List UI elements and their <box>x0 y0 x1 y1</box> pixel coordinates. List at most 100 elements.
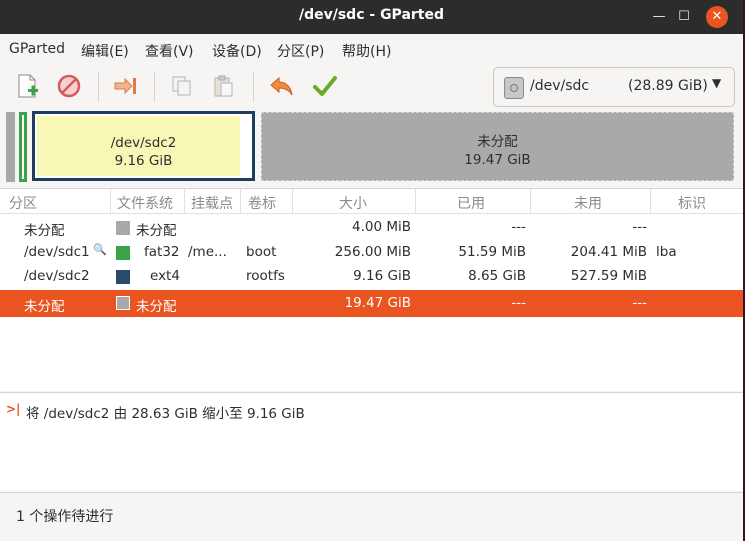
new-icon <box>18 74 38 98</box>
device-size: (28.89 GiB) <box>628 78 708 94</box>
cell-partition: 未分配 <box>24 223 65 239</box>
table-header: 分区 文件系统 挂载点 卷标 大小 已用 未用 标识 <box>0 189 743 214</box>
cell-unused: 527.59 MiB <box>570 268 647 284</box>
resize-move-icon <box>114 77 136 95</box>
cell-filesystem: 未分配 <box>136 299 177 315</box>
cell-used: 8.65 GiB <box>468 268 526 284</box>
cell-filesystem: ext4 <box>150 268 180 284</box>
device-name: /dev/sdc <box>530 78 590 94</box>
delete-partition-button[interactable] <box>55 72 83 100</box>
filesystem-color-swatch <box>116 270 130 284</box>
filesystem-color-swatch <box>116 296 130 310</box>
table-row-selected[interactable]: 未分配 未分配 19.47 GiB --- --- <box>0 290 743 317</box>
column-divider <box>292 189 293 213</box>
cell-size: 9.16 GiB <box>353 268 411 284</box>
diskmap-partition-sdc2[interactable]: /dev/sdc2 9.16 GiB <box>32 111 255 181</box>
table-row[interactable]: /dev/sdc2 ext4 rootfs 9.16 GiB 8.65 GiB … <box>0 265 743 289</box>
toolbar: /dev/sdc (28.89 GiB) ▼ <box>0 64 743 108</box>
cell-mountpoint: /me... <box>188 244 227 260</box>
column-divider <box>530 189 531 213</box>
hard-disk-icon <box>504 77 524 99</box>
toolbar-separator <box>98 72 99 102</box>
cell-filesystem: fat32 <box>144 244 180 260</box>
pending-operations-list: >| 将 /dev/sdc2 由 28.63 GiB 缩小至 9.16 GiB <box>0 392 743 491</box>
menu-bar: GParted 编辑(E) 查看(V) 设备(D) 分区(P) 帮助(H) <box>0 34 743 64</box>
gparted-window: /dev/sdc - GParted — ☐ ✕ GParted 编辑(E) 查… <box>0 0 743 541</box>
delete-icon <box>57 74 81 98</box>
window-title: /dev/sdc - GParted <box>298 7 445 23</box>
chevron-down-icon: ▼ <box>712 76 722 90</box>
filesystem-color-swatch <box>116 221 130 235</box>
diskmap-unallocated-label: 未分配 19.47 GiB <box>262 133 733 169</box>
column-filesystem[interactable]: 文件系统 <box>117 193 173 213</box>
menu-device[interactable]: 设备(D) <box>212 41 262 61</box>
filesystem-color-swatch <box>116 246 130 260</box>
menu-partition[interactable]: 分区(P) <box>277 41 324 61</box>
resize-move-icon: >| <box>6 402 21 416</box>
column-unused[interactable]: 未用 <box>574 193 602 213</box>
diskmap-sdc2-label: /dev/sdc2 9.16 GiB <box>35 134 252 170</box>
diskmap-sdc2-size: 9.16 GiB <box>114 153 173 169</box>
toolbar-separator <box>154 72 155 102</box>
column-divider <box>415 189 416 213</box>
apply-icon <box>313 76 337 96</box>
cell-size: 256.00 MiB <box>334 244 411 260</box>
diskmap-unallocated-size: 19.47 GiB <box>464 152 531 168</box>
table-row[interactable]: 未分配 未分配 4.00 MiB --- --- <box>0 216 743 240</box>
device-selector[interactable]: /dev/sdc (28.89 GiB) ▼ <box>493 67 735 107</box>
partition-table: 分区 文件系统 挂载点 卷标 大小 已用 未用 标识 未分配 未分配 4.00 … <box>0 188 743 391</box>
diskmap-unallocated-name: 未分配 <box>477 134 518 150</box>
close-button[interactable]: ✕ <box>706 6 728 28</box>
column-used[interactable]: 已用 <box>457 193 485 213</box>
diskmap-unallocated-small[interactable] <box>6 112 15 182</box>
column-divider <box>650 189 651 213</box>
resize-move-button[interactable] <box>112 72 140 100</box>
undo-icon <box>270 76 293 96</box>
disk-map: /dev/sdc2 9.16 GiB 未分配 19.47 GiB <box>0 108 743 188</box>
column-divider <box>184 189 185 213</box>
cell-unused: --- <box>632 219 647 235</box>
status-bar: 1 个操作待进行 <box>0 492 743 541</box>
cell-used: --- <box>511 295 526 311</box>
cell-size: 19.47 GiB <box>344 295 411 311</box>
apply-button[interactable] <box>311 72 339 100</box>
cell-partition: /dev/sdc1 <box>24 244 90 260</box>
title-bar[interactable]: /dev/sdc - GParted — ☐ ✕ <box>0 0 743 34</box>
column-size[interactable]: 大小 <box>339 193 367 213</box>
menu-help[interactable]: 帮助(H) <box>342 41 391 61</box>
toolbar-separator <box>253 72 254 102</box>
table-row[interactable]: /dev/sdc1 🔍 fat32 /me... boot 256.00 MiB… <box>0 241 743 265</box>
diskmap-partition-sdc1[interactable] <box>19 112 27 182</box>
operation-item[interactable]: 将 /dev/sdc2 由 28.63 GiB 缩小至 9.16 GiB <box>26 402 305 422</box>
cell-unused: --- <box>632 295 647 311</box>
column-divider <box>110 189 111 213</box>
menu-edit[interactable]: 编辑(E) <box>81 41 129 61</box>
paste-icon <box>214 75 233 97</box>
paste-button[interactable] <box>210 72 238 100</box>
column-label[interactable]: 卷标 <box>248 193 276 213</box>
column-mountpoint[interactable]: 挂载点 <box>191 193 233 213</box>
column-flags[interactable]: 标识 <box>678 193 706 213</box>
cell-unused: 204.41 MiB <box>570 244 647 260</box>
diskmap-sdc2-name: /dev/sdc2 <box>110 135 177 151</box>
menu-gparted[interactable]: GParted <box>9 41 65 57</box>
diskmap-unallocated[interactable]: 未分配 19.47 GiB <box>261 112 734 181</box>
cell-label: boot <box>246 244 277 260</box>
undo-button[interactable] <box>268 72 296 100</box>
column-divider <box>240 189 241 213</box>
cell-filesystem: 未分配 <box>136 223 177 239</box>
cell-flags: lba <box>656 244 677 260</box>
minimize-button[interactable]: — <box>648 6 670 28</box>
copy-button[interactable] <box>168 72 196 100</box>
menu-view[interactable]: 查看(V) <box>145 41 194 61</box>
new-partition-button[interactable] <box>13 72 41 100</box>
maximize-button[interactable]: ☐ <box>673 6 695 28</box>
cell-partition: /dev/sdc2 <box>24 268 90 284</box>
cell-size: 4.00 MiB <box>351 219 411 235</box>
cell-partition: 未分配 <box>24 299 65 315</box>
key-icon: 🔍 <box>93 243 107 256</box>
cell-used: --- <box>511 219 526 235</box>
copy-icon <box>172 76 191 96</box>
cell-label: rootfs <box>246 268 285 284</box>
column-partition[interactable]: 分区 <box>9 193 37 213</box>
